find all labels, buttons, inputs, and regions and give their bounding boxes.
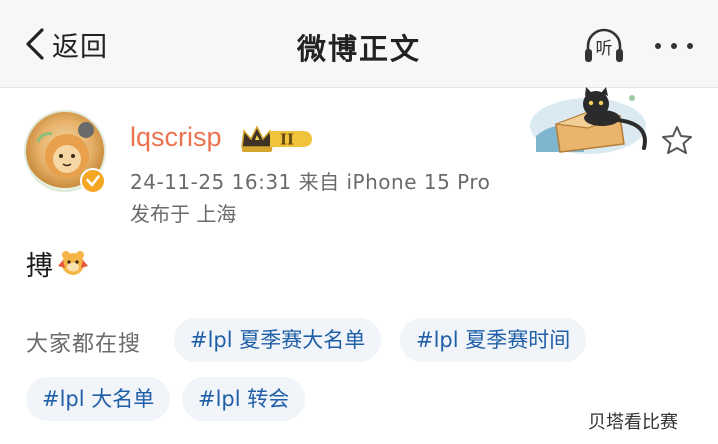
related-search-label: 大家都在搜 [26, 332, 142, 357]
search-tag[interactable]: #lpl 转会 [182, 377, 306, 421]
listen-label: 听 [595, 39, 613, 59]
more-options-icon[interactable] [652, 34, 696, 58]
post-text: 搏 [26, 250, 53, 282]
avatar-container[interactable] [24, 110, 108, 194]
username[interactable]: lqscrisp [130, 122, 222, 153]
vip-crown-badge-icon[interactable]: II [240, 123, 314, 155]
vip-level-text: II [280, 131, 294, 149]
search-tag-text: #lpl 转会 [198, 387, 290, 411]
watermark: 贝塔看比赛 [588, 412, 678, 433]
favorite-star-icon[interactable] [660, 124, 694, 156]
verified-badge-icon [80, 168, 106, 194]
post-location: 发布于 上海 [130, 202, 237, 226]
search-tag-text: #lpl 夏季赛大名单 [190, 328, 366, 352]
search-tag-text: #lpl 大名单 [42, 387, 155, 411]
cat-in-box-decoration-icon [530, 87, 647, 154]
top-nav-bar: 返回 微博正文 听 [0, 0, 718, 88]
search-tag[interactable]: #lpl 大名单 [26, 377, 171, 421]
search-tag[interactable]: #lpl 夏季赛时间 [400, 318, 587, 362]
cheering-bear-emoji-icon [58, 251, 88, 275]
post-meta: 24-11-25 16:31 来自 iPhone 15 Pro [130, 170, 491, 194]
search-tag[interactable]: #lpl 夏季赛大名单 [174, 318, 382, 362]
search-tag-text: #lpl 夏季赛时间 [416, 328, 571, 352]
post-content: 搏 [26, 246, 91, 282]
listen-button[interactable]: 听 [582, 26, 626, 66]
